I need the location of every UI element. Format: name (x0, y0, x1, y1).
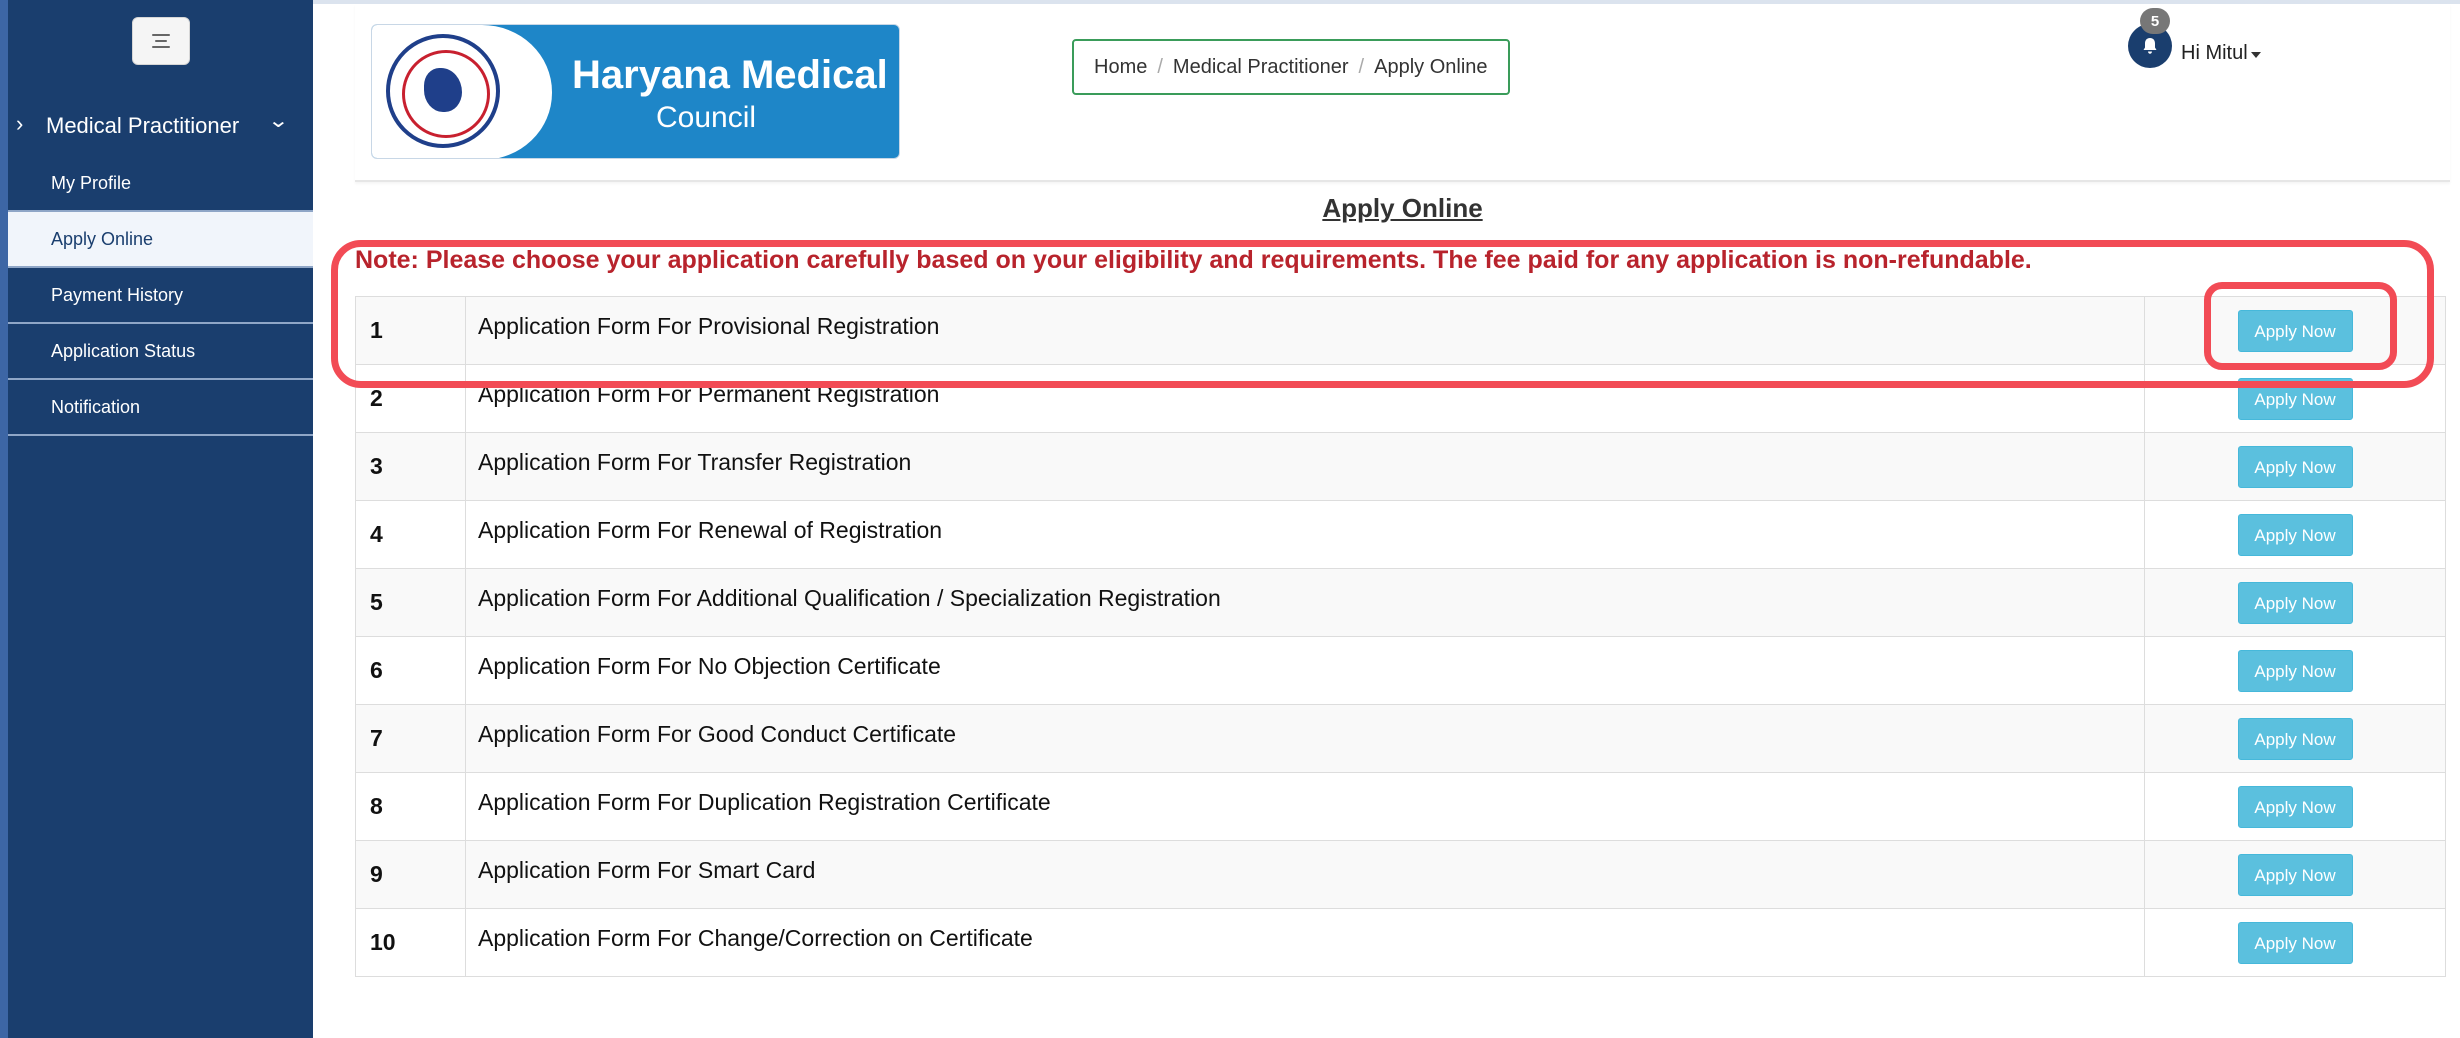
sidebar-item-notification[interactable]: Notification (8, 380, 313, 436)
application-action-cell: Apply Now (2144, 568, 2446, 637)
application-name: Application Form For Change/Correction o… (465, 908, 2145, 977)
sidebar-item-payment-history[interactable]: Payment History (8, 268, 313, 324)
breadcrumb-home[interactable]: Home (1094, 56, 1147, 79)
page-header: Haryana Medical Council Home / Medical P… (355, 4, 2450, 182)
application-action-cell: Apply Now (2144, 296, 2446, 365)
table-row: 3 Application Form For Transfer Registrat… (355, 432, 2446, 501)
applications-table: 1 Application Form For Provisional Regist… (355, 296, 2446, 977)
application-number: 8 (355, 772, 466, 841)
notification-count-badge: 5 (2140, 8, 2170, 34)
apply-now-button[interactable]: Apply Now (2237, 649, 2353, 692)
apply-now-button[interactable]: Apply Now (2237, 513, 2353, 556)
application-number: 2 (355, 364, 466, 433)
application-name: Application Form For Renewal of Registra… (465, 500, 2145, 569)
application-number: 1 (355, 296, 466, 365)
application-action-cell: Apply Now (2144, 908, 2446, 977)
table-row: 6 Application Form For No Objection Certi… (355, 636, 2446, 705)
sidebar-item-label: Notification (51, 396, 141, 417)
application-action-cell: Apply Now (2144, 364, 2446, 433)
application-action-cell: Apply Now (2144, 704, 2446, 773)
caret-down-icon (2250, 51, 2261, 58)
application-name: Application Form For Duplication Registr… (465, 772, 2145, 841)
application-action-cell: Apply Now (2144, 840, 2446, 909)
table-row: 5 Application Form For Additional Qualifi… (355, 568, 2446, 637)
application-number: 9 (355, 840, 466, 909)
application-number: 6 (355, 636, 466, 705)
sidebar-item-apply-online[interactable]: Apply Online (8, 212, 313, 268)
user-greeting: Hi Mitul (2181, 42, 2248, 64)
apply-now-button[interactable]: Apply Now (2237, 581, 2353, 624)
hamburger-icon (152, 34, 170, 48)
apply-now-button[interactable]: Apply Now (2237, 309, 2353, 352)
application-name: Application Form For Smart Card (465, 840, 2145, 909)
application-number: 10 (355, 908, 466, 977)
chevron-down-icon: ⌄ (267, 110, 290, 132)
application-number: 3 (355, 432, 466, 501)
sidebar-edge (0, 0, 8, 1038)
user-menu-dropdown[interactable]: Hi Mitul (2181, 42, 2261, 65)
application-action-cell: Apply Now (2144, 772, 2446, 841)
table-row: 2 Application Form For Permanent Registra… (355, 364, 2446, 433)
breadcrumb: Home / Medical Practitioner / Apply Onli… (1072, 39, 1510, 95)
breadcrumb-separator: / (1358, 55, 1365, 78)
table-row: 9 Application Form For Smart Card Apply No… (355, 840, 2446, 909)
sidebar-nav: My Profile Apply Online Payment History … (8, 156, 313, 436)
application-name: Application Form For No Objection Certif… (465, 636, 2145, 705)
chevron-right-icon: › (16, 111, 24, 136)
application-name: Application Form For Provisional Registr… (465, 296, 2145, 365)
breadcrumb-separator: / (1157, 55, 1163, 78)
application-name: Application Form For Additional Qualific… (465, 568, 2145, 637)
table-row: 8 Application Form For Duplication Regist… (355, 772, 2446, 841)
apply-now-button[interactable]: Apply Now (2237, 445, 2353, 488)
application-name: Application Form For Permanent Registrat… (465, 364, 2145, 433)
sidebar: › Medical Practitioner ⌄ My Profile Appl… (0, 0, 313, 1038)
application-name: Application Form For Transfer Registrati… (465, 432, 2145, 501)
apply-now-button[interactable]: Apply Now (2237, 717, 2353, 760)
table-row: 10 Application Form For Change/Correction… (355, 908, 2446, 977)
apply-now-button[interactable]: Apply Now (2237, 853, 2353, 896)
sidebar-group-label: Medical Practitioner (46, 113, 240, 138)
sidebar-item-label: Application Status (51, 340, 196, 361)
logo-title: Haryana Medical (572, 53, 888, 97)
sidebar-item-label: Apply Online (51, 228, 154, 249)
application-number: 5 (355, 568, 466, 637)
sidebar-group-medical-practitioner[interactable]: › Medical Practitioner ⌄ (8, 100, 313, 152)
refund-note: Note: Please choose your application car… (355, 246, 2032, 274)
sidebar-item-my-profile[interactable]: My Profile (8, 156, 313, 212)
council-logo[interactable]: Haryana Medical Council (371, 24, 900, 159)
application-action-cell: Apply Now (2144, 500, 2446, 569)
table-row: 1 Application Form For Provisional Regist… (355, 296, 2446, 365)
sidebar-item-label: Payment History (51, 284, 184, 305)
apply-now-button[interactable]: Apply Now (2237, 921, 2353, 964)
sidebar-item-label: My Profile (51, 172, 132, 193)
page-title: Apply Online (1322, 193, 1483, 223)
application-action-cell: Apply Now (2144, 636, 2446, 705)
application-name: Application Form For Good Conduct Certif… (465, 704, 2145, 773)
sidebar-item-application-status[interactable]: Application Status (8, 324, 313, 380)
table-row: 4 Application Form For Renewal of Registr… (355, 500, 2446, 569)
bell-icon (2143, 38, 2157, 54)
application-number: 4 (355, 500, 466, 569)
apply-now-button[interactable]: Apply Now (2237, 377, 2353, 420)
logo-subtitle: Council (655, 101, 757, 134)
application-action-cell: Apply Now (2144, 432, 2446, 501)
apply-now-button[interactable]: Apply Now (2237, 785, 2353, 828)
table-row: 7 Application Form For Good Conduct Certi… (355, 704, 2446, 773)
menu-toggle-button[interactable] (132, 17, 190, 65)
application-number: 7 (355, 704, 466, 773)
breadcrumb-current: Apply Online (1374, 55, 1488, 78)
breadcrumb-medical-practitioner[interactable]: Medical Practitioner (1173, 56, 1349, 79)
